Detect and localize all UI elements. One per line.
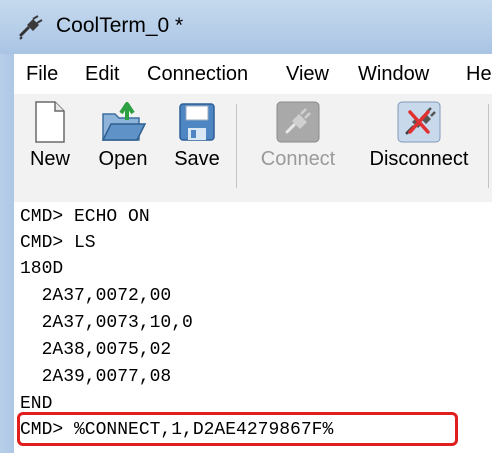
connect-button[interactable]: Connect <box>252 100 344 171</box>
plug-disconnect-icon <box>397 101 441 143</box>
window-title: CoolTerm_0 * <box>56 14 184 37</box>
menu-bar: File Edit Connection View Window He <box>14 54 492 95</box>
terminal-line: CMD> ECHO ON <box>20 207 150 227</box>
toolbar-separator <box>236 104 237 188</box>
menu-window[interactable]: Window <box>358 63 429 86</box>
disconnect-button[interactable]: Disconnect <box>360 100 478 171</box>
coolterm-plug-icon[interactable] <box>18 14 44 40</box>
new-button[interactable]: New <box>24 100 76 171</box>
menu-file[interactable]: File <box>26 63 58 86</box>
toolbar-separator <box>488 104 489 188</box>
window-frame <box>0 54 14 453</box>
open-label: Open <box>98 148 148 170</box>
menu-help[interactable]: He <box>466 63 492 86</box>
disconnect-label: Disconnect <box>369 148 469 170</box>
menu-view[interactable]: View <box>286 63 329 86</box>
terminal-line: 2A37,0073,10,0 <box>20 313 193 333</box>
terminal-line: END <box>20 394 53 414</box>
menu-connection[interactable]: Connection <box>147 63 248 86</box>
menu-edit[interactable]: Edit <box>85 63 119 86</box>
save-button[interactable]: Save <box>170 100 224 171</box>
connect-label: Connect <box>260 148 336 170</box>
open-button[interactable]: Open <box>92 100 154 171</box>
terminal-line: 2A39,0077,08 <box>20 367 172 387</box>
save-label: Save <box>174 148 220 170</box>
new-label: New <box>29 148 70 170</box>
terminal-line: 2A38,0075,02 <box>20 340 172 360</box>
title-bar[interactable]: CoolTerm_0 * <box>0 0 492 54</box>
open-folder-icon <box>101 102 147 141</box>
terminal-line: CMD> LS <box>20 233 96 253</box>
terminal-output[interactable]: CMD> ECHO ON CMD> LS 180D 2A37,0072,00 2… <box>14 202 492 453</box>
highlight-box <box>17 412 458 446</box>
terminal-line: 180D <box>20 259 64 279</box>
toolbar: New Open Save Connect Disconnect <box>14 94 492 203</box>
new-document-icon <box>35 101 65 143</box>
plug-connect-icon <box>276 101 320 143</box>
floppy-disk-icon <box>179 103 215 141</box>
terminal-line: 2A37,0072,00 <box>20 286 172 306</box>
